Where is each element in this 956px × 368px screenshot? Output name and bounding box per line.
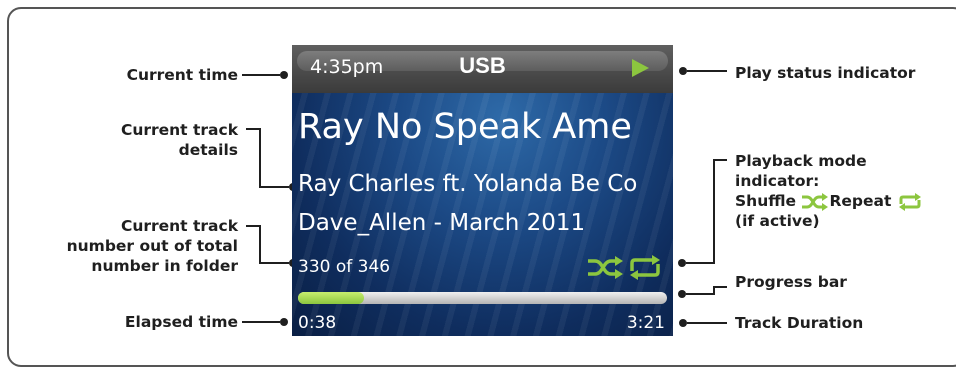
label-track-duration-text: Track Duration [735,314,864,332]
label-track-number-line3: number in folder [91,257,238,275]
label-elapsed-time: Elapsed time [60,312,238,332]
progress-bar [298,292,667,304]
progress-fill [298,292,365,304]
track-title: Ray No Speak Ame [298,107,632,147]
track-count: 330 of 346 [298,257,391,277]
label-elapsed-time-text: Elapsed time [124,313,238,331]
play-icon [632,59,649,77]
elapsed-time: 0:38 [298,313,337,333]
label-track-number-line1: Current track [120,217,238,235]
label-play-status: Play status indicator [735,63,915,83]
label-track-details-line2: details [178,141,238,159]
source-label: USB [459,53,506,78]
label-progress-bar: Progress bar [735,272,847,292]
label-playback-mode-line2: indicator: [735,172,820,190]
label-track-duration: Track Duration [735,313,863,333]
label-track-details: Current track details [60,120,238,160]
label-progress-bar-text: Progress bar [735,273,847,291]
label-current-time: Current time [60,65,238,85]
playback-mode-icons [588,255,660,280]
track-artist: Ray Charles ft. Yolanda Be Co [298,171,638,197]
player-screen: 4:35pm USB Ray No Speak Ame Ray Charles … [292,45,673,336]
status-bar: 4:35pm USB [292,45,673,93]
shuffle-icon [802,192,829,211]
label-playback-mode-line3: Shuffle Repeat [735,191,923,211]
track-duration: 3:21 [626,313,665,333]
label-track-details-line1: Current track [120,121,238,139]
track-album: Dave_Allen - March 2011 [298,210,586,236]
label-if-active: (if active) [735,212,820,230]
label-play-status-text: Play status indicator [735,64,916,82]
repeat-icon [630,255,660,280]
label-repeat: Repeat [829,192,892,210]
label-current-time-text: Current time [126,66,238,84]
shuffle-icon [588,256,623,279]
label-playback-mode: Playback mode indicator: Shuffle Repeat … [735,151,923,231]
label-track-number: Current track number out of total number… [20,216,238,276]
repeat-icon [898,192,921,211]
label-track-number-line2: number out of total [66,237,238,255]
label-shuffle: Shuffle [735,192,797,210]
label-playback-mode-line1: Playback mode [735,152,867,170]
